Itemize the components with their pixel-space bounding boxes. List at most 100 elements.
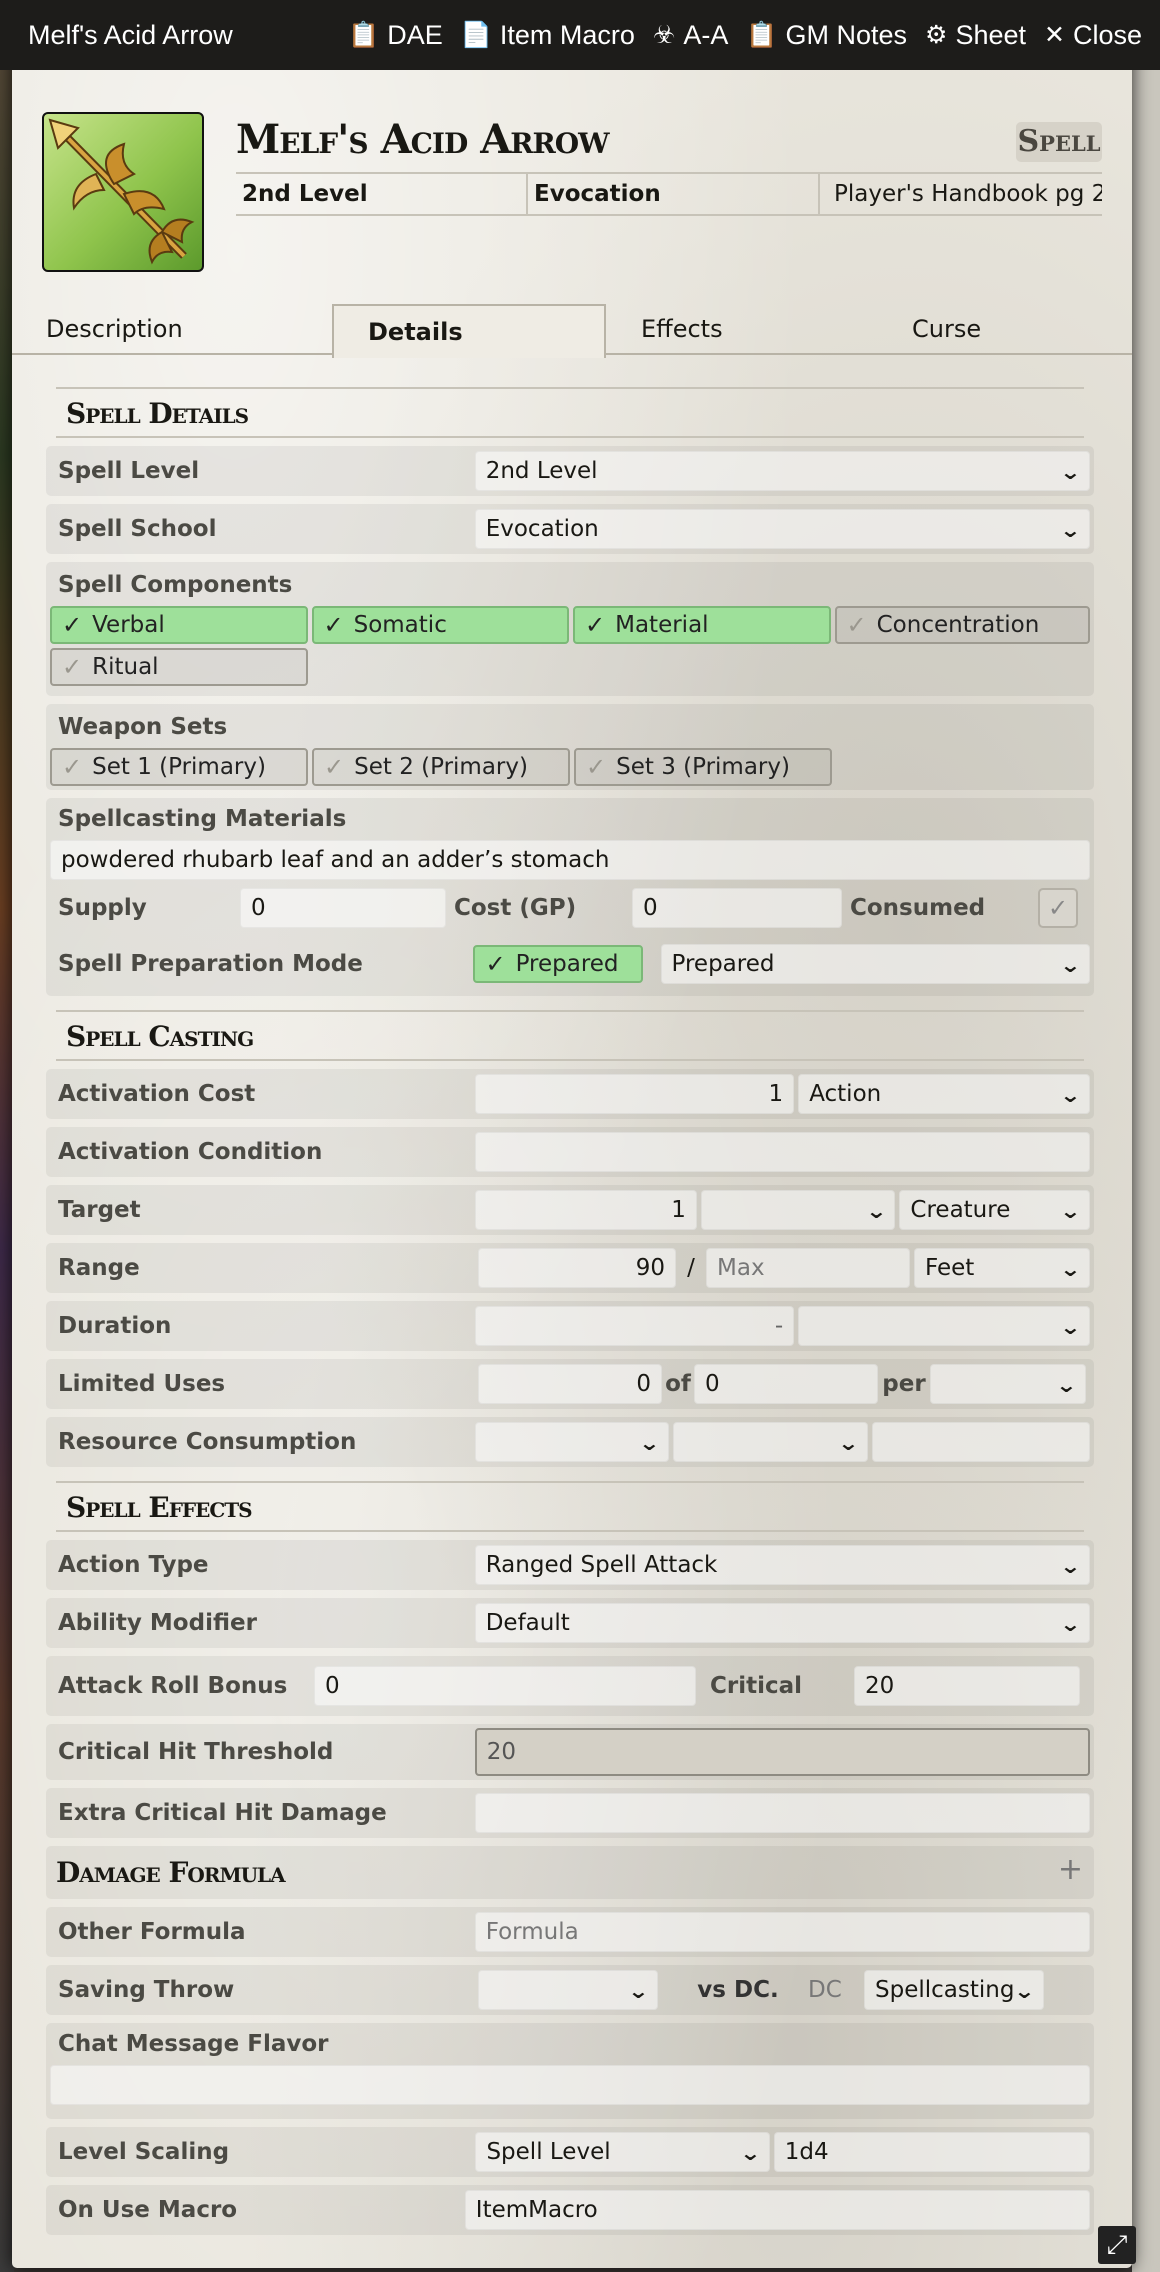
spell-level-select[interactable]: 2nd Level ⌄ (474, 451, 1090, 491)
extra-crit-input[interactable] (474, 1793, 1090, 1833)
crit-threshold-input[interactable]: 20 (474, 1728, 1090, 1776)
item-header: Melf's Acid Arrow Spell 2nd Level Evocat… (42, 112, 1102, 272)
target-value-input[interactable]: 1 (474, 1190, 697, 1230)
action-type-label: Action Type (58, 1552, 209, 1578)
limited-uses-period-select[interactable]: ⌄ (930, 1364, 1086, 1404)
gm-notes-button[interactable]: 📋 GM Notes (746, 20, 907, 51)
of-label: of (665, 1371, 691, 1397)
chevron-down-icon: ⌄ (1055, 1373, 1078, 1397)
summary-source[interactable]: Player's Handbook pg 2 (818, 174, 1102, 214)
cost-input[interactable]: 0 (632, 888, 842, 928)
chevron-down-icon: ⌄ (627, 1979, 650, 2003)
chat-flavor-label: Chat Message Flavor (58, 2031, 329, 2057)
background-canvas-right (1132, 0, 1160, 2272)
resource-target-select[interactable]: ⌄ (673, 1422, 868, 1462)
chevron-down-icon: ⌄ (1059, 1199, 1082, 1223)
crit-threshold-row: Critical Hit Threshold 20 (46, 1724, 1094, 1780)
consumed-label: Consumed (850, 895, 986, 921)
supply-input[interactable]: 0 (240, 888, 446, 928)
resource-amount-input[interactable] (871, 1422, 1090, 1462)
duration-units-select[interactable]: ⌄ (798, 1306, 1090, 1346)
activation-type-select[interactable]: Action ⌄ (798, 1074, 1090, 1114)
attack-bonus-input[interactable]: 0 (314, 1666, 696, 1706)
component-material-checkbox[interactable]: ✓ Material (573, 606, 831, 644)
attack-bonus-row: Attack Roll Bonus 0 Critical 20 (46, 1656, 1094, 1716)
limited-uses-row: Limited Uses 0 of 0 per ⌄ (46, 1359, 1094, 1409)
target-row: Target 1 ⌄ Creature ⌄ (46, 1185, 1094, 1235)
range-units-select[interactable]: Feet ⌄ (914, 1248, 1090, 1288)
target-type-select[interactable]: Creature ⌄ (899, 1190, 1090, 1230)
spell-school-label: Spell School (58, 516, 217, 542)
materials-label: Spellcasting Materials (58, 806, 347, 832)
resource-type-select[interactable]: ⌄ (474, 1422, 670, 1462)
ability-modifier-select[interactable]: Default ⌄ (474, 1603, 1090, 1643)
activation-cost-row: Activation Cost 1 Action ⌄ (46, 1069, 1094, 1119)
sheet-button[interactable]: ⚙ Sheet (925, 20, 1026, 51)
weapon-set-2-checkbox[interactable]: ✓ Set 2 (Primary) (312, 748, 570, 786)
action-type-select[interactable]: Ranged Spell Attack ⌄ (474, 1545, 1090, 1585)
chevron-down-icon: ⌄ (1059, 518, 1082, 542)
item-summary: 2nd Level Evocation Player's Handbook pg… (236, 172, 1102, 216)
plus-icon[interactable]: + (1058, 1852, 1083, 1887)
chevron-down-icon: ⌄ (1059, 953, 1082, 977)
level-scaling-formula-input[interactable]: 1d4 (773, 2132, 1090, 2172)
other-formula-input[interactable]: Formula (474, 1912, 1090, 1952)
range-max-input[interactable]: Max (706, 1248, 910, 1288)
extra-crit-label: Extra Critical Hit Damage (58, 1800, 387, 1826)
component-ritual-checkbox[interactable]: ✓ Ritual (50, 648, 308, 686)
ability-modifier-label: Ability Modifier (58, 1610, 257, 1636)
target-units-select[interactable]: ⌄ (700, 1190, 896, 1230)
close-button[interactable]: ✕ Close (1044, 20, 1142, 51)
duration-value-input[interactable]: - (474, 1306, 795, 1346)
chat-flavor-input[interactable] (50, 2065, 1090, 2105)
range-label: Range (58, 1255, 140, 1281)
saving-throw-ability-select[interactable]: ⌄ (478, 1970, 658, 2010)
level-scaling-row: Level Scaling Spell Level ⌄ 1d4 (46, 2127, 1094, 2177)
activation-condition-row: Activation Condition (46, 1127, 1094, 1177)
on-use-macro-input[interactable]: ItemMacro (464, 2190, 1090, 2230)
weapon-set-1-checkbox[interactable]: ✓ Set 1 (Primary) (50, 748, 308, 786)
chevron-down-icon: ⌄ (865, 1199, 887, 1223)
check-icon: ✓ (485, 950, 506, 978)
chevron-down-icon: ⌄ (1059, 1612, 1082, 1636)
prepared-toggle[interactable]: ✓ Prepared (473, 945, 643, 983)
clipboard-icon: 📋 (746, 20, 778, 49)
preparation-mode-select[interactable]: Prepared ⌄ (660, 944, 1090, 984)
a-a-button[interactable]: ☣ A-A (653, 20, 728, 51)
check-icon: ✓ (323, 611, 344, 639)
spell-school-select[interactable]: Evocation ⌄ (474, 509, 1090, 549)
activation-cost-input[interactable]: 1 (474, 1074, 795, 1114)
item-macro-button[interactable]: 📄 Item Macro (461, 20, 635, 51)
resize-handle-icon[interactable]: ⤢ (1098, 2226, 1136, 2264)
tab-details[interactable]: Details (332, 304, 606, 358)
activation-condition-input[interactable] (474, 1132, 1090, 1172)
tab-curse[interactable]: Curse (876, 303, 1126, 355)
critical-input[interactable]: 20 (854, 1666, 1080, 1706)
range-value-input[interactable]: 90 (478, 1248, 676, 1288)
chevron-down-icon: ⌄ (837, 1431, 860, 1455)
window-titlebar[interactable]: Melf's Acid Arrow 📋 DAE 📄 Item Macro ☣ A-A … (0, 0, 1160, 70)
component-somatic-checkbox[interactable]: ✓ Somatic (311, 606, 569, 644)
level-scaling-select[interactable]: Spell Level ⌄ (475, 2132, 770, 2172)
consumed-checkbox[interactable]: ✓ (1038, 888, 1078, 928)
weapon-set-3-checkbox[interactable]: ✓ Set 3 (Primary) (574, 748, 832, 786)
clipboard-icon: 📋 (348, 20, 380, 49)
limited-uses-max-input[interactable]: 0 (694, 1364, 878, 1404)
tab-description[interactable]: Description (12, 303, 332, 355)
item-name[interactable]: Melf's Acid Arrow (236, 116, 610, 163)
component-verbal-checkbox[interactable]: ✓ Verbal (50, 606, 308, 644)
check-icon: ✓ (585, 611, 606, 639)
on-use-macro-row: On Use Macro ItemMacro (46, 2185, 1094, 2235)
chevron-down-icon: ⌄ (1059, 1554, 1082, 1578)
item-portrait[interactable] (42, 112, 204, 272)
dc-source-select[interactable]: Spellcasting ⌄ (864, 1970, 1044, 2010)
materials-input[interactable]: powdered rhubarb leaf and an adder’s sto… (50, 840, 1090, 880)
component-concentration-checkbox[interactable]: ✓ Concentration (834, 606, 1090, 644)
tab-effects[interactable]: Effects (606, 303, 876, 355)
dae-button[interactable]: 📋 DAE (348, 20, 443, 51)
check-icon: ✓ (846, 611, 867, 639)
dc-input[interactable]: DC (798, 1970, 864, 2010)
activation-cost-label: Activation Cost (58, 1081, 256, 1107)
check-icon: ✓ (586, 753, 607, 781)
limited-uses-value-input[interactable]: 0 (478, 1364, 662, 1404)
